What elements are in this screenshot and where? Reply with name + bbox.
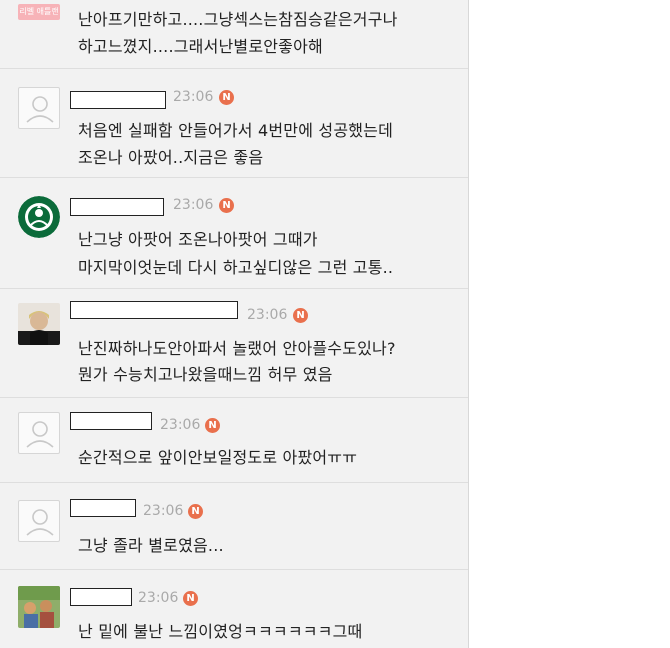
redacted-username[interactable] — [70, 198, 164, 216]
profile-photo-avatar[interactable] — [18, 586, 60, 628]
comment-time: 23:06 — [173, 197, 214, 213]
comment-text-line: 마지막이엇눈데 다시 하고싶디않은 그런 고통.. — [78, 258, 394, 277]
comment-item[interactable]: 23:06 N 난진짜하나도안아파서 놀랬어 안아플수도있나? 뭔가 수능치고나… — [0, 289, 468, 398]
comment-time: 23:06 — [247, 307, 288, 323]
comment-text-line: 처음엔 실패함 안들어가서 4번만에 성공했는데 — [78, 121, 394, 140]
comment-time: 23:06 — [160, 417, 201, 433]
comment-feed: 리벨 애틀랜 난아프기만하고....그냥섹스는참짐승같은거구나 하고느꼈지...… — [0, 0, 469, 648]
user-level-tag: 리벨 애틀랜 — [18, 4, 60, 20]
comment-time: 23:06 — [173, 89, 214, 105]
comment-text-line: 그냥 졸라 별로였음... — [78, 536, 224, 555]
new-badge: N — [183, 591, 198, 606]
comment-item[interactable]: 23:06 N 난 밑에 불난 느낌이였엉ㅋㅋㅋㅋㅋㅋ그때 — [0, 570, 468, 648]
default-avatar-icon[interactable] — [18, 500, 60, 542]
comment-text-line: 난그냥 아팟어 조온나아팟어 그때가 — [78, 230, 318, 249]
comment-item: 리벨 애틀랜 난아프기만하고....그냥섹스는참짐승같은거구나 하고느꼈지...… — [0, 0, 468, 69]
new-badge: N — [188, 504, 203, 519]
comment-text-line: 하고느꼈지....그래서난별로안좋아해 — [78, 37, 323, 56]
comment-item[interactable]: 23:06 N 난그냥 아팟어 조온나아팟어 그때가 마지막이엇눈데 다시 하고… — [0, 178, 468, 289]
redacted-username[interactable] — [70, 91, 166, 109]
new-badge: N — [219, 90, 234, 105]
comment-text-line: 난 밑에 불난 느낌이였엉ㅋㅋㅋㅋㅋㅋ그때 — [78, 622, 363, 641]
redacted-username[interactable] — [70, 499, 136, 517]
comment-item[interactable]: 23:06 N 순간적으로 앞이안보일정도로 아팠어ㅠㅠ — [0, 398, 468, 483]
comment-item[interactable]: 23:06 N 처음엔 실패함 안들어가서 4번만에 성공했는데 조온나 아팠어… — [0, 69, 468, 178]
comment-text-line: 뭔가 수능치고나왔을때느낌 허무 였음 — [78, 365, 333, 384]
default-avatar-icon[interactable] — [18, 412, 60, 454]
comment-text-line: 순간적으로 앞이안보일정도로 아팠어ㅠㅠ — [78, 448, 358, 467]
default-avatar-icon[interactable] — [18, 87, 60, 129]
new-badge: N — [293, 308, 308, 323]
comment-time: 23:06 — [143, 503, 184, 519]
new-badge: N — [219, 198, 234, 213]
profile-photo-avatar[interactable] — [18, 303, 60, 345]
redacted-username[interactable] — [70, 301, 238, 319]
comment-text-line: 난진짜하나도안아파서 놀랬어 안아플수도있나? — [78, 339, 396, 358]
starbucks-logo-avatar[interactable] — [18, 196, 60, 238]
comment-item[interactable]: 23:06 N 그냥 졸라 별로였음... — [0, 483, 468, 570]
comment-text-line: 난아프기만하고....그냥섹스는참짐승같은거구나 — [78, 10, 398, 29]
comment-text-line: 조온나 아팠어..지금은 좋음 — [78, 148, 264, 167]
redacted-username[interactable] — [70, 412, 152, 430]
redacted-username[interactable] — [70, 588, 132, 606]
new-badge: N — [205, 418, 220, 433]
comment-time: 23:06 — [138, 590, 179, 606]
